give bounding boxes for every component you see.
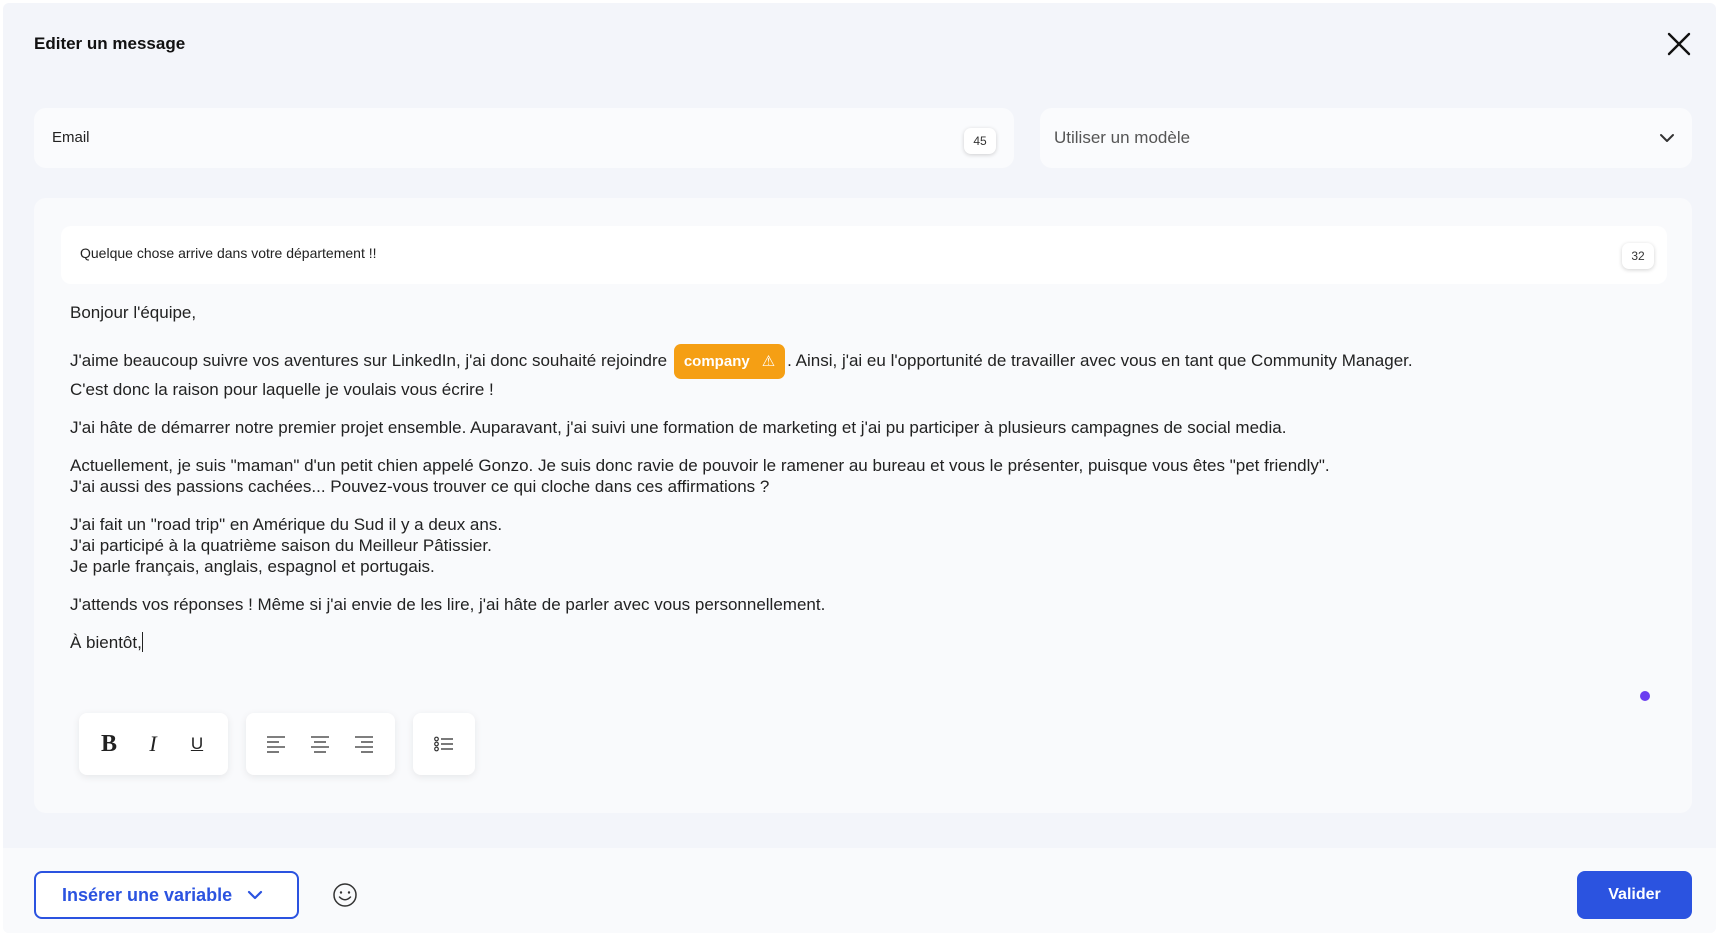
chevron-down-icon [1660,134,1674,142]
underline-button[interactable]: U [185,732,209,756]
italic-button[interactable]: I [141,731,165,756]
align-right-icon [355,736,373,753]
email-field-value: Email [52,129,90,146]
format-toolbar-group: B I U [79,713,228,775]
body-paragraph-line: J'ai aussi des passions cachées... Pouve… [70,477,770,496]
close-button[interactable] [1665,30,1693,58]
email-char-counter: 45 [964,128,996,154]
text-caret [141,632,143,652]
status-dot [1640,691,1650,701]
subject-input[interactable]: Quelque chose arrive dans votre départem… [61,226,1667,284]
body-paragraph-line: J'aime beaucoup suivre vos aventures sur… [70,344,1650,379]
warning-icon: ⚠ [761,353,776,370]
body-text-segment: . Ainsi, j'ai eu l'opportunité de travai… [787,350,1413,370]
company-chip-label: company [683,353,750,370]
body-text-segment: J'aime beaucoup suivre vos aventures sur… [70,350,672,370]
email-field[interactable]: Email 45 [34,108,1014,168]
align-toolbar-group [246,713,395,775]
align-left-button[interactable] [264,732,288,756]
insert-variable-label: Insérer une variable [62,884,233,905]
bullet-list-button[interactable] [432,732,456,756]
body-paragraph-line: J'ai participé à la quatrième saison du … [70,536,492,555]
align-right-button[interactable] [352,732,376,756]
modal-title: Editer un message [34,34,186,53]
bold-button[interactable]: B [97,731,121,757]
validate-button[interactable]: Valider [1577,871,1692,919]
body-paragraph-line: Actuellement, je suis "maman" d'un petit… [70,456,1330,475]
subject-char-counter: 32 [1622,243,1654,269]
company-variable-chip[interactable]: company ⚠ [673,344,786,379]
message-body[interactable]: Bonjour l'équipe, J'aime beaucoup suivre… [70,302,1650,674]
modal-footer: Insérer une variable Valider [3,848,1716,933]
body-paragraph-line: C'est donc la raison pour laquelle je vo… [70,380,494,399]
message-editor: Quelque chose arrive dans votre départem… [34,198,1692,813]
align-left-icon [267,736,285,753]
emoji-picker-button[interactable] [332,882,358,908]
body-closing-line: À bientôt, [70,632,1650,653]
template-select-placeholder: Utiliser un modèle [1054,128,1191,147]
smiley-icon [333,883,357,907]
list-toolbar-group [413,713,475,775]
body-closing: À bientôt, [70,633,142,652]
chevron-down-icon [247,890,263,900]
align-center-icon [311,736,329,753]
edit-message-modal: Editer un message Email 45 Utiliser un m… [3,3,1716,933]
body-paragraph-line: J'ai fait un "road trip" en Amérique du … [70,515,503,534]
bullet-list-icon [434,736,453,752]
body-paragraph-line: J'attends vos réponses ! Même si j'ai en… [70,595,826,614]
align-center-button[interactable] [308,732,332,756]
template-select[interactable]: Utiliser un modèle [1040,108,1692,168]
insert-variable-button[interactable]: Insérer une variable [34,871,299,919]
body-paragraph-line: J'ai hâte de démarrer notre premier proj… [70,418,1287,437]
body-paragraph-line: Je parle français, anglais, espagnol et … [70,557,435,576]
subject-value: Quelque chose arrive dans votre départem… [80,245,377,261]
body-greeting: Bonjour l'équipe, [70,303,197,322]
close-icon [1667,32,1691,56]
